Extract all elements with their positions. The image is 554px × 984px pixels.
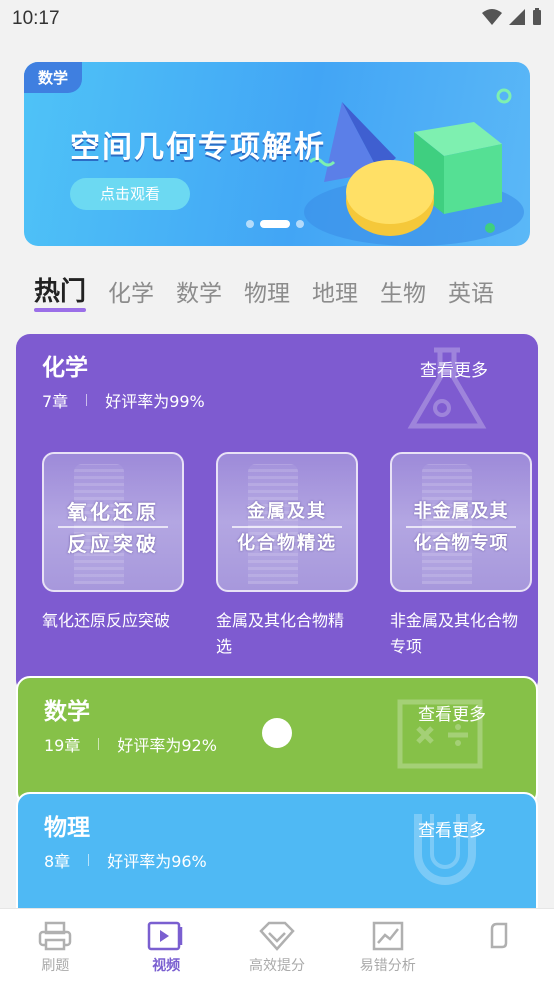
meta-divider	[98, 738, 100, 750]
pagination-dot	[246, 220, 254, 228]
status-time: 10:17	[12, 8, 60, 29]
nav-label: 视频	[152, 958, 181, 974]
nav-item-video[interactable]: 视频	[111, 909, 222, 984]
subject-card-chemistry: 化学 7章 好评率为99% 查看更多 氧化还原 反应突破 氧化还原反应突破 金属…	[16, 334, 538, 694]
meta-divider	[88, 854, 90, 866]
view-more-link[interactable]: 查看更多	[418, 700, 486, 725]
subject-tabs: 热门 化学 数学 物理 地理 生物 英语	[34, 268, 494, 312]
note-icon	[490, 922, 507, 949]
card-meta: 7章 好评率为99%	[42, 388, 205, 412]
course-list: 氧化还原 反应突破 氧化还原反应突破 金属及其 化合物精选 金属及其化合物精选	[42, 452, 532, 660]
course-item[interactable]: 非金属及其 化合物专项 非金属及其化合物专项	[390, 452, 532, 660]
status-bar: 10:17	[0, 0, 554, 40]
banner-watch-button[interactable]: 点击观看	[70, 178, 190, 210]
video-icon	[147, 921, 183, 951]
view-more-link[interactable]: 查看更多	[418, 816, 486, 841]
banner-pagination	[246, 220, 304, 228]
rating-text: 好评率为96%	[107, 852, 207, 871]
thumbnail-title: 金属及其 化合物精选	[237, 501, 337, 554]
course-thumbnail: 非金属及其 化合物专项	[390, 452, 532, 592]
card-title: 数学	[44, 699, 90, 725]
pagination-dot	[296, 220, 304, 228]
thumbnail-title: 非金属及其 化合物专项	[413, 501, 509, 554]
signal-icon	[509, 9, 525, 25]
chart-icon	[372, 921, 404, 951]
rating-text: 好评率为99%	[105, 392, 205, 411]
tab-math[interactable]: 数学	[176, 274, 222, 308]
wifi-icon	[482, 9, 502, 25]
course-thumbnail: 金属及其 化合物精选	[216, 452, 358, 592]
tab-chemistry[interactable]: 化学	[108, 274, 154, 308]
floating-touch-indicator[interactable]	[262, 718, 292, 748]
course-name: 非金属及其化合物专项	[390, 611, 519, 656]
nav-item-boost[interactable]: 高效提分	[222, 909, 333, 984]
thumbnail-divider	[232, 526, 342, 528]
nav-label: 刷题	[41, 958, 70, 974]
card-meta: 8章 好评率为96%	[44, 848, 207, 872]
battery-icon	[533, 8, 541, 25]
tab-biology[interactable]: 生物	[380, 274, 426, 308]
tab-geography[interactable]: 地理	[312, 274, 358, 308]
course-name: 金属及其化合物精选	[216, 611, 345, 656]
card-title: 化学	[42, 355, 88, 381]
tab-english[interactable]: 英语	[448, 274, 494, 308]
promo-banner[interactable]: 数学 空间几何专项解析 点击观看	[24, 62, 530, 246]
nav-item-practice[interactable]: 刷题	[0, 909, 111, 984]
thumbnail-title: 氧化还原 反应突破	[67, 500, 159, 556]
status-icons	[482, 8, 542, 26]
nav-label: 高效提分	[248, 958, 305, 974]
pagination-dot-active	[260, 220, 290, 228]
banner-subject-tag: 数学	[24, 62, 83, 93]
nav-item-error-analysis[interactable]: 易错分析	[332, 909, 443, 984]
card-title: 物理	[44, 815, 90, 841]
tab-physics[interactable]: 物理	[244, 274, 290, 308]
banner-title: 空间几何专项解析	[70, 130, 326, 165]
rating-text: 好评率为92%	[117, 736, 217, 755]
nav-label: 易错分析	[359, 958, 416, 974]
bottom-nav: 刷题 视频 高效提分 易错分析	[0, 908, 554, 984]
chapter-count: 19章	[44, 736, 81, 755]
meta-divider	[86, 394, 88, 406]
thumbnail-divider	[406, 526, 516, 528]
thumbnail-divider	[58, 526, 168, 528]
course-item[interactable]: 金属及其 化合物精选 金属及其化合物精选	[216, 452, 358, 660]
chapter-count: 7章	[42, 392, 69, 411]
course-thumbnail: 氧化还原 反应突破	[42, 452, 184, 592]
card-meta: 19章 好评率为92%	[44, 732, 217, 756]
chapter-count: 8章	[44, 852, 71, 871]
printer-icon	[39, 921, 72, 951]
diamond-icon	[259, 921, 295, 951]
course-item[interactable]: 氧化还原 反应突破 氧化还原反应突破	[42, 452, 184, 660]
nav-item-notes[interactable]	[443, 909, 554, 984]
view-more-link[interactable]: 查看更多	[420, 356, 488, 381]
course-name: 氧化还原反应突破	[42, 611, 171, 630]
tab-hot[interactable]: 热门	[34, 271, 87, 312]
